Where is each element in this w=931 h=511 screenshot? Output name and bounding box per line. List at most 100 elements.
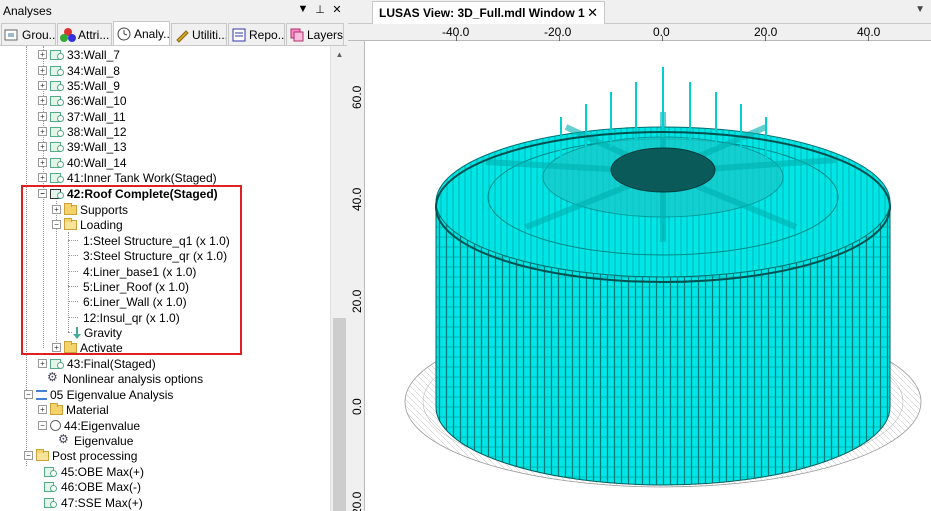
collapse-icon[interactable]: − <box>24 451 33 460</box>
tree-item-gravity[interactable]: Gravity <box>68 325 123 340</box>
folder-icon <box>64 202 77 215</box>
folder-icon <box>64 340 77 353</box>
tree-item-wall-12[interactable]: +38:Wall_12 <box>38 124 127 139</box>
layers-icon <box>289 27 305 43</box>
utilities-icon <box>174 27 190 43</box>
expand-icon[interactable]: + <box>38 158 47 167</box>
expand-icon[interactable]: + <box>38 112 47 121</box>
window-menu-icon[interactable]: ▼ <box>915 4 925 15</box>
tab-groups[interactable]: Grou... <box>1 23 56 45</box>
tree-item-inner-tank[interactable]: +41:Inner Tank Work(Staged) <box>38 170 217 185</box>
tree-label: 6:Liner_Wall (x 1.0) <box>83 294 187 309</box>
expand-icon[interactable]: + <box>38 81 47 90</box>
tree-item-post-processing[interactable]: − Post processing <box>24 448 137 463</box>
tree-item-material[interactable]: + Material <box>38 402 109 417</box>
tree-item-load-3[interactable]: 3:Steel Structure_qr (x 1.0) <box>68 248 227 263</box>
tree-label: 36:Wall_10 <box>67 93 127 108</box>
collapse-icon[interactable]: − <box>24 390 33 399</box>
tree-item-wall-9[interactable]: +35:Wall_9 <box>38 78 120 93</box>
tab-view-window[interactable]: LUSAS View: 3D_Full.mdl Window 1 ✕ <box>372 1 605 24</box>
collapse-icon[interactable]: − <box>52 220 61 229</box>
tree-item-post-47[interactable]: 47:SSE Max(+) <box>44 495 143 510</box>
panel-titlebar: Analyses ▼ ⊥ ✕ <box>0 0 347 22</box>
scrollbar-thumb[interactable] <box>333 318 346 511</box>
tree-item-eigenvalue[interactable]: Eigenvalue <box>58 432 134 448</box>
tree-label: Eigenvalue <box>74 433 134 448</box>
pin-icon[interactable]: ⊥ <box>314 3 326 16</box>
tree-item-post-45[interactable]: 45:OBE Max(+) <box>44 464 144 479</box>
gear-icon <box>58 432 71 446</box>
tree-label: 47:SSE Max(+) <box>61 495 143 510</box>
close-icon[interactable]: ✕ <box>331 3 343 16</box>
tree-item-supports[interactable]: + Supports <box>52 202 128 217</box>
tab-attributes[interactable]: Attri... <box>57 23 112 45</box>
scroll-up-icon[interactable]: ▲ <box>331 46 348 63</box>
expand-icon[interactable]: + <box>38 127 47 136</box>
expand-icon[interactable]: + <box>38 405 47 414</box>
tab-groups-label: Grou... <box>22 27 56 42</box>
tree-label: Material <box>66 402 109 417</box>
tree-item-roof-complete[interactable]: − 42:Roof Complete(Staged) <box>38 186 218 201</box>
tree-item-load-12[interactable]: 12:Insul_qr (x 1.0) <box>68 310 180 325</box>
tree-item-wall-7[interactable]: +33:Wall_7 <box>38 47 120 62</box>
tree-item-final[interactable]: +43:Final(Staged) <box>38 356 156 371</box>
tab-report-label: Repo... <box>249 27 285 42</box>
tree-item-load-6[interactable]: 6:Liner_Wall (x 1.0) <box>68 294 187 309</box>
tab-layers[interactable]: Layers <box>286 23 344 45</box>
tree-item-activate[interactable]: + Activate <box>52 340 123 355</box>
tree-item-eigen-44[interactable]: − 44:Eigenvalue <box>38 418 140 433</box>
tree-label: 44:Eigenvalue <box>64 418 141 433</box>
tree-item-load-5[interactable]: 5:Liner_Roof (x 1.0) <box>68 279 190 294</box>
tree-item-wall-14[interactable]: +40:Wall_14 <box>38 155 127 170</box>
tree-scrollbar[interactable]: ▲ <box>330 46 347 511</box>
panel-title: Analyses <box>3 4 52 18</box>
tree-label: 4:Liner_base1 (x 1.0) <box>83 264 197 279</box>
expand-icon[interactable]: + <box>38 50 47 59</box>
tree-item-load-1[interactable]: 1:Steel Structure_q1 (x 1.0) <box>68 233 230 248</box>
loadcase-icon <box>50 65 64 76</box>
expand-icon[interactable]: + <box>38 66 47 75</box>
view-panel: LUSAS View: 3D_Full.mdl Window 1 ✕ ▼ -40… <box>348 0 931 511</box>
close-tab-icon[interactable]: ✕ <box>587 5 598 21</box>
tab-report[interactable]: Repo... <box>228 23 285 45</box>
tree-label: 41:Inner Tank Work(Staged) <box>67 170 217 185</box>
tab-utilities[interactable]: Utiliti... <box>171 23 227 45</box>
expand-icon[interactable]: + <box>52 205 61 214</box>
loadcase-icon <box>50 111 64 122</box>
model-view[interactable]: -40.0 -20.0 0.0 20.0 40.0 60.0 40.0 20.0… <box>348 24 931 511</box>
expand-icon[interactable]: + <box>38 359 47 368</box>
tree-item-wall-8[interactable]: +34:Wall_8 <box>38 63 120 78</box>
tab-layers-label: Layers <box>307 27 344 42</box>
expand-icon[interactable]: + <box>38 142 47 151</box>
tree-item-wall-13[interactable]: +39:Wall_13 <box>38 139 127 154</box>
tree-label: 05 Eigenvalue Analysis <box>50 387 174 402</box>
tree-label: 33:Wall_7 <box>67 47 120 62</box>
tree-label: Gravity <box>84 325 123 340</box>
tree-item-loading[interactable]: − Loading <box>52 217 123 232</box>
tree-item-post-46[interactable]: 46:OBE Max(-) <box>44 479 141 494</box>
loadcase-icon <box>44 497 57 508</box>
tree-label: 42:Roof Complete(Staged) <box>67 186 218 201</box>
tree-item-wall-10[interactable]: +36:Wall_10 <box>38 93 127 108</box>
expand-icon[interactable]: + <box>52 343 61 352</box>
collapse-icon[interactable]: − <box>38 189 47 198</box>
tree-label: 5:Liner_Roof (x 1.0) <box>83 279 190 294</box>
panel-menu-icon[interactable]: ▼ <box>297 3 309 16</box>
tree-item-load-4[interactable]: 4:Liner_base1 (x 1.0) <box>68 264 197 279</box>
tree-label: Loading <box>80 217 123 232</box>
expand-icon[interactable]: + <box>38 96 47 105</box>
tree-label: 12:Insul_qr (x 1.0) <box>83 310 180 325</box>
expand-icon[interactable]: + <box>38 173 47 182</box>
tab-analyses[interactable]: Analy... <box>113 21 170 45</box>
tree-label: 43:Final(Staged) <box>67 356 156 371</box>
eigenvalue-analysis-icon <box>36 389 47 400</box>
tree-item-wall-11[interactable]: +37:Wall_11 <box>38 109 126 124</box>
tree-item-nonlinear-options[interactable]: Nonlinear analysis options <box>47 370 203 386</box>
tab-attributes-label: Attri... <box>78 27 110 42</box>
tree-label: 40:Wall_14 <box>67 155 127 170</box>
tab-analyses-label: Analy... <box>134 26 170 41</box>
tree-label: 35:Wall_9 <box>67 78 120 93</box>
collapse-icon[interactable]: − <box>38 421 47 430</box>
loadcase-icon <box>50 157 64 168</box>
tree-item-eigenvalue-analysis[interactable]: − 05 Eigenvalue Analysis <box>24 387 173 402</box>
